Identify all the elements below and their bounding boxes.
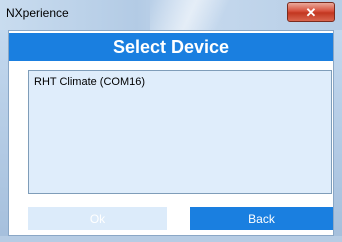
list-item[interactable]: RHT Climate (COM16) (34, 76, 145, 88)
dialog-title: Select Device (112, 36, 230, 57)
close-icon: ✕ (305, 4, 317, 20)
dialog-header: Select Device (9, 33, 333, 61)
device-list[interactable]: RHT Climate (COM16) (28, 70, 332, 194)
window-frame-left (0, 30, 8, 242)
ok-button[interactable]: Ok (28, 207, 167, 230)
title-bar[interactable]: NXperience ✕ (0, 0, 342, 30)
close-button[interactable]: ✕ (287, 2, 335, 22)
window-frame-right (334, 30, 342, 242)
app-window: NXperience ✕ Select Device RHT Climate (… (0, 0, 342, 242)
back-button[interactable]: Back (190, 207, 333, 230)
title-bar-glare (150, 0, 270, 30)
dialog-content: Select Device RHT Climate (COM16) Ok Bac… (8, 30, 334, 236)
window-frame-bottom (0, 236, 342, 242)
window-title: NXperience (6, 6, 69, 20)
